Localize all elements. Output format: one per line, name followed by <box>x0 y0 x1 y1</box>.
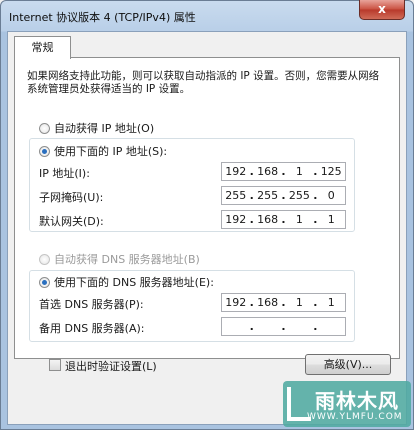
auto-ip-radio[interactable] <box>39 122 50 134</box>
ip-octet-2: 168 <box>257 165 279 178</box>
gateway-octet-1: 192 <box>225 213 247 226</box>
ip-octet-1: 192 <box>225 165 247 178</box>
default-gateway-label: 默认网关(D): <box>39 215 104 228</box>
ip-octet-4: 125 <box>320 165 342 178</box>
gateway-octet-2: 168 <box>257 213 279 226</box>
site-watermark: 雨林木风 WWW.YLMFU.COM <box>283 381 411 427</box>
mask-octet-1: 255 <box>225 189 247 202</box>
subnet-mask-input[interactable]: 255. 255. 255. 0 <box>221 186 346 205</box>
title-bar[interactable]: Internet 协议版本 4 (TCP/IPv4) 属性 x <box>1 0 413 31</box>
mask-octet-3: 255 <box>288 189 310 202</box>
mask-octet-4: 0 <box>327 189 335 202</box>
default-gateway-input[interactable]: 192. 168. 1. 1 <box>221 210 346 229</box>
auto-dns-radio[interactable] <box>39 253 50 265</box>
dns1-octet-3: 1 <box>295 296 303 309</box>
manual-ip-radio[interactable] <box>39 145 50 157</box>
dns1-octet-1: 192 <box>225 296 247 309</box>
subnet-mask-label: 子网掩码(U): <box>39 191 104 204</box>
auto-ip-label: 自动获得 IP 地址(O) <box>54 122 155 135</box>
window-title: Internet 协议版本 4 (TCP/IPv4) 属性 <box>9 11 196 24</box>
alternate-dns-input[interactable]: . . . <box>221 317 346 336</box>
gateway-octet-3: 1 <box>295 213 303 226</box>
description-text: 如果网络支持此功能，则可以获取自动指派的 IP 设置。否则，您需要从网络系统管理… <box>27 70 380 95</box>
watermark-url: WWW.YLMFU.COM <box>307 412 403 422</box>
preferred-dns-label: 首选 DNS 服务器(P): <box>39 298 144 311</box>
general-tab-panel: 如果网络支持此功能，则可以获取自动指派的 IP 设置。否则，您需要从网络系统管理… <box>14 57 400 375</box>
auto-dns-option[interactable]: 自动获得 DNS 服务器地址(B) <box>39 251 200 267</box>
tab-general[interactable]: 常规 <box>14 36 71 59</box>
dialog-window: Internet 协议版本 4 (TCP/IPv4) 属性 x 常规 如果网络支… <box>0 0 414 430</box>
preferred-dns-input[interactable]: 192. 168. 1. 1 <box>221 293 346 312</box>
advanced-button[interactable]: 高级(V)... <box>305 354 391 375</box>
manual-dns-radio[interactable] <box>39 276 50 288</box>
ip-address-input[interactable]: 192. 168. 1. 125 <box>221 162 346 181</box>
auto-ip-option[interactable]: 自动获得 IP 地址(O) <box>39 120 154 136</box>
manual-dns-option[interactable]: 使用下面的 DNS 服务器地址(E): <box>39 274 217 290</box>
dialog-client-area: 常规 如果网络支持此功能，则可以获取自动指派的 IP 设置。否则，您需要从网络系… <box>7 31 407 425</box>
manual-dns-label: 使用下面的 DNS 服务器地址(E): <box>54 276 214 289</box>
auto-dns-label: 自动获得 DNS 服务器地址(B) <box>54 253 200 266</box>
manual-ip-label: 使用下面的 IP 地址(S): <box>54 145 168 158</box>
manual-ip-option[interactable]: 使用下面的 IP 地址(S): <box>39 143 171 159</box>
dns1-octet-2: 168 <box>257 296 279 309</box>
dns1-octet-4: 1 <box>327 296 335 309</box>
validate-settings-label: 退出时验证设置(L) <box>65 360 157 373</box>
close-button[interactable]: x <box>359 0 405 20</box>
ip-octet-3: 1 <box>295 165 303 178</box>
validate-settings-checkbox[interactable] <box>49 359 61 371</box>
gateway-octet-4: 1 <box>327 213 335 226</box>
alternate-dns-label: 备用 DNS 服务器(A): <box>39 322 145 335</box>
watermark-title: 雨林木风 <box>315 389 399 413</box>
ip-address-label: IP 地址(I): <box>39 167 90 180</box>
mask-octet-2: 255 <box>257 189 279 202</box>
